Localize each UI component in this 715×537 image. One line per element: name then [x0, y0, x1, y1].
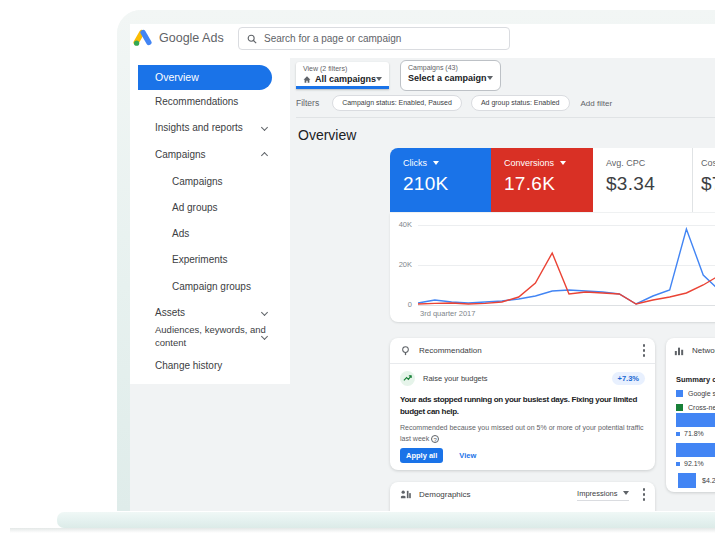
google-ads-app: Google Ads Search for a page or campaign… [130, 24, 715, 511]
sidebar-item-campaign-groups[interactable]: Campaign groups [172, 280, 251, 294]
campaign-selector-caption: Campaigns (43) [408, 64, 493, 71]
home-icon [303, 75, 311, 84]
y-axis-tick: 0 [390, 300, 412, 309]
network-bar [678, 473, 696, 488]
search-placeholder: Search for a page or campaign [264, 33, 401, 44]
scorecards-row: Clicks 210K Conversions 17.6K Avg. CPC $… [390, 148, 715, 212]
logo-text: Google Ads [159, 31, 224, 45]
sidebar-item-insights-and-reports[interactable]: Insights and reports [155, 121, 243, 135]
campaign-selector-dropdown[interactable]: Campaigns (43) Select a campaign [400, 60, 501, 91]
network-card-title: Network [692, 346, 715, 355]
legend-item: Google s [676, 390, 715, 397]
page-title: Overview [298, 127, 356, 143]
scorecard-avg-cpc-label: Avg. CPC [606, 158, 645, 168]
uplift-badge: +7.3% [612, 372, 645, 385]
trending-up-icon [400, 371, 415, 386]
legend-swatch [676, 432, 680, 436]
network-bar [676, 413, 715, 427]
dropdown-caret-icon [560, 161, 566, 165]
network-bar [676, 443, 715, 457]
filter-chip-campaign-status[interactable]: Campaign status: Enabled, Paused [332, 95, 462, 111]
recommendation-card: Recommendation Raise your budgets +7.3% … [390, 338, 655, 470]
sidebar-item-experiments[interactable]: Experiments [172, 253, 228, 267]
google-ads-logo: Google Ads [133, 29, 224, 46]
filter-chip-ad-group-status[interactable]: Ad group status: Enabled [471, 95, 570, 111]
view-button[interactable]: View [459, 451, 476, 460]
scorecard-clicks-label[interactable]: Clicks [403, 158, 427, 168]
view-selector-value: All campaigns [315, 74, 376, 84]
network-bar-value: 71.8% [676, 430, 704, 437]
demographics-icon [400, 489, 411, 500]
demographics-card-title: Demographics [419, 490, 471, 499]
app-header: Google Ads Search for a page or campaign [130, 24, 715, 58]
more-options-icon[interactable] [643, 344, 646, 357]
filters-label: Filters [296, 98, 319, 108]
more-options-icon[interactable] [643, 488, 646, 501]
scorecard-cost[interactable]: Cost $7 [692, 148, 715, 212]
scorecard-conversions-value: 17.6K [504, 173, 593, 195]
trend-line-chart [418, 213, 715, 322]
scorecard-conversions-label[interactable]: Conversions [504, 158, 554, 168]
demographics-card: Demographics Impressions [390, 482, 655, 511]
view-selector-caption: View (2 filters) [303, 65, 382, 72]
scorecard-clicks-value: 210K [403, 173, 491, 195]
dropdown-caret-icon [623, 491, 629, 495]
sidebar-item-ad-groups[interactable]: Ad groups [172, 201, 218, 215]
recommendation-title[interactable]: Raise your budgets [423, 374, 488, 383]
laptop-base [57, 512, 715, 528]
view-selector-dropdown[interactable]: View (2 filters) All campaigns [296, 62, 389, 89]
apply-all-button[interactable]: Apply all [400, 448, 443, 463]
network-bar-value: 92.1% [676, 460, 704, 467]
scorecard-avg-cpc-value: $3.34 [606, 173, 692, 195]
sidebar-item-audiences-keywords-content[interactable]: Audiences, keywords, and content [155, 324, 269, 349]
sidebar-item-change-history[interactable]: Change history [155, 359, 222, 373]
x-axis-label: 3rd quarter 2017 [420, 309, 475, 318]
legend-swatch [676, 404, 683, 411]
legend-item: Cross-ne [676, 404, 715, 411]
recommendation-headline: Your ads stopped running on your busiest… [400, 394, 645, 418]
google-ads-logo-icon [133, 29, 152, 46]
dropdown-caret-icon [433, 161, 439, 165]
scorecard-cost-label: Cost [701, 158, 715, 168]
network-bar-value: $4.29 [702, 477, 715, 484]
recommendation-card-title: Recommendation [419, 346, 482, 355]
recommendation-subtext: Recommended because you missed out on 5%… [400, 423, 647, 444]
scorecard-clicks[interactable]: Clicks 210K [390, 148, 491, 212]
sidebar-item-recommendations[interactable]: Recommendations [155, 95, 238, 109]
y-axis-tick: 40K [390, 220, 412, 229]
sidebar-item-campaigns[interactable]: Campaigns [155, 148, 206, 162]
performance-chart-card: 40K 20K 0 3rd quarter 2017 [390, 213, 715, 322]
sidebar-item-campaigns-sub[interactable]: Campaigns [172, 175, 223, 189]
filters-row: Filters Campaign status: Enabled, Paused… [296, 95, 612, 111]
sidebar-item-overview[interactable]: Overview [138, 65, 272, 90]
scorecard-cost-value: $7 [701, 173, 715, 195]
search-input[interactable]: Search for a page or campaign [238, 27, 510, 50]
dropdown-caret-icon [487, 76, 493, 80]
sidebar-item-assets[interactable]: Assets [155, 306, 185, 320]
lightbulb-icon [400, 345, 411, 356]
sidebar-item-ads[interactable]: Ads [172, 227, 189, 241]
divider [296, 117, 715, 118]
add-filter-button[interactable]: Add filter [581, 99, 613, 108]
laptop-base-shadow [10, 528, 715, 533]
legend-swatch [676, 462, 680, 466]
network-card: Network Summary o Google s Cross-ne 71.8… [666, 338, 715, 492]
y-axis-tick: 20K [390, 260, 412, 269]
scorecard-conversions[interactable]: Conversions 17.6K [491, 148, 593, 212]
network-card-subtitle: Summary o [676, 375, 715, 384]
search-icon [247, 34, 257, 44]
scorecard-avg-cpc[interactable]: Avg. CPC $3.34 [593, 148, 692, 212]
divider [390, 363, 655, 364]
impressions-dropdown[interactable]: Impressions [577, 489, 628, 501]
campaign-selector-value: Select a campaign [408, 73, 487, 83]
help-icon[interactable]: ? [431, 435, 439, 443]
legend-swatch [676, 390, 683, 397]
bar-chart-icon [674, 346, 684, 356]
dropdown-caret-icon [376, 77, 382, 81]
